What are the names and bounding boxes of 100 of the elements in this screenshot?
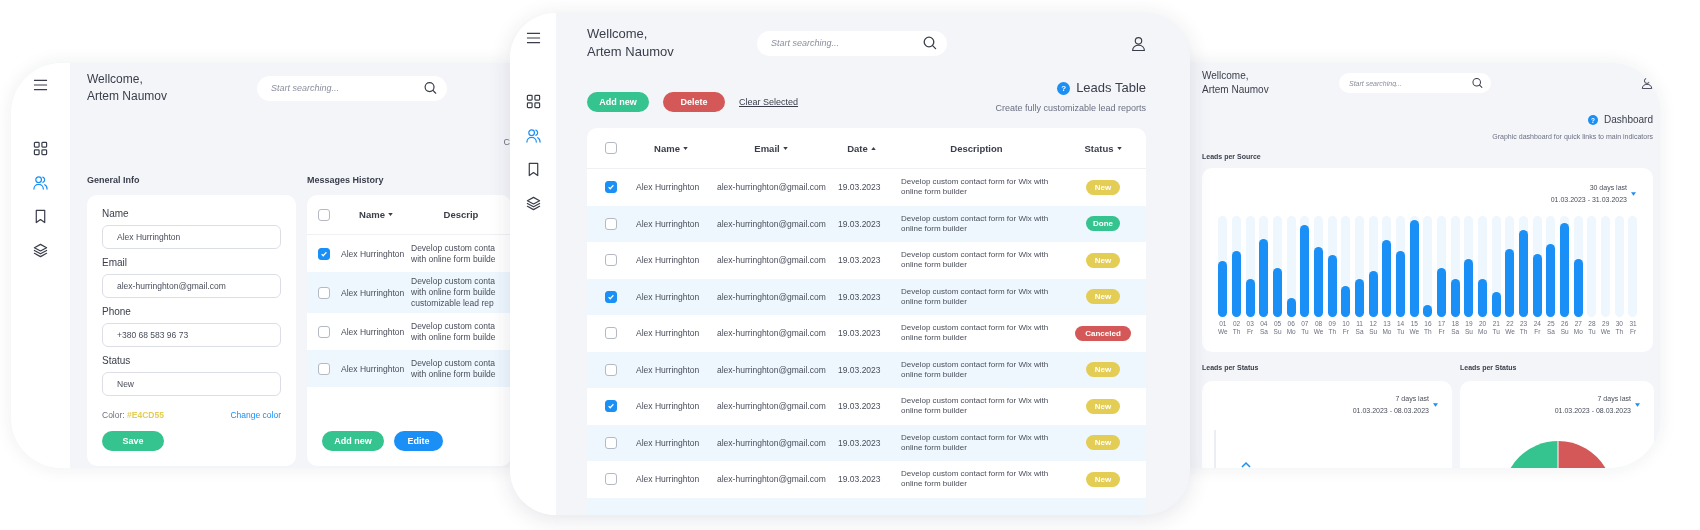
layers-icon[interactable]: [525, 196, 541, 211]
sort-caret-icon[interactable]: [782, 146, 788, 150]
checkbox[interactable]: [605, 181, 617, 194]
menu-icon[interactable]: [525, 32, 541, 44]
checkbox[interactable]: [605, 473, 617, 486]
column-header[interactable]: Email: [712, 142, 830, 154]
bar: [1491, 291, 1501, 317]
description-cell-text: Develop custom conta with online form builde: [411, 242, 497, 265]
menu-icon[interactable]: [33, 79, 48, 91]
description-cell-text: Develop custom contact form for Wix with online form builder: [900, 213, 1050, 234]
bar: [1573, 259, 1583, 317]
name-cell-text: Alex Hurringhton: [635, 474, 701, 485]
date-cell-text: 19.03.2023: [837, 182, 882, 193]
name-cell-text: Alex Hurringhton: [635, 255, 701, 266]
checkbox[interactable]: [605, 400, 617, 413]
date-cell-text: 19.03.2023: [837, 328, 882, 339]
name-cell-text: Alex Hurringhton: [635, 364, 701, 375]
bar: [1505, 249, 1515, 317]
page-title: Leads Table: [1076, 79, 1146, 97]
bar: [1355, 278, 1365, 317]
layers-icon[interactable]: [33, 243, 48, 258]
date-cell-text: 19.03.2023: [837, 218, 882, 229]
description-cell-text: Develop custom contact form for Wix with online form builder: [900, 323, 1050, 344]
input-field[interactable]: Alex Hurringhton: [102, 225, 281, 249]
bookmark-icon[interactable]: [33, 209, 48, 224]
input-field[interactable]: +380 68 583 96 73: [102, 323, 281, 347]
date-cell-text: 19.03.2023: [837, 474, 882, 485]
column-header[interactable]: Date: [830, 142, 893, 154]
input-field[interactable]: alex-hurringhton@gmail.com: [102, 274, 281, 298]
checkbox[interactable]: [605, 327, 617, 340]
column-header[interactable]: Description: [893, 142, 1060, 154]
sort-caret-icon[interactable]: [1116, 146, 1122, 150]
search-field[interactable]: Start searching...: [757, 30, 947, 56]
grid-icon[interactable]: [33, 141, 48, 156]
checkbox[interactable]: [318, 247, 330, 260]
bar: [1368, 270, 1378, 317]
delete-button[interactable]: Delete: [663, 92, 725, 112]
column-header[interactable]: Descrip: [411, 209, 511, 220]
checkbox[interactable]: [605, 217, 617, 230]
email-cell-text: alex-hurringhton@gmail.com: [716, 401, 827, 412]
search-icon[interactable]: [424, 81, 437, 95]
description-cell-text: Develop custom contact form for Wix with online form builder: [900, 396, 1050, 417]
email-cell-text: alex-hurringhton@gmail.com: [716, 291, 827, 302]
checkbox[interactable]: [318, 208, 330, 221]
description-cell-text: Develop custom contact form for Wix with online form builder: [900, 469, 1050, 490]
checkbox[interactable]: [605, 290, 617, 303]
search-field[interactable]: Start searching...: [257, 75, 447, 101]
clear-selected-link[interactable]: Clear Selected: [739, 92, 799, 112]
date-cell-text: 19.03.2023: [837, 255, 882, 266]
status-badge: New: [1086, 252, 1120, 268]
name-cell-text: Alex Hurringhton: [635, 437, 701, 448]
users-icon[interactable]: [33, 175, 48, 190]
date-cell-text: 19.03.2023: [837, 291, 882, 302]
checkbox[interactable]: [605, 142, 617, 154]
field-label: Name: [102, 208, 130, 220]
column-header[interactable]: Status: [1060, 142, 1146, 154]
search-icon[interactable]: [1472, 77, 1483, 89]
user-icon[interactable]: [1131, 35, 1146, 51]
checkbox[interactable]: [318, 362, 330, 375]
users-icon[interactable]: [525, 128, 541, 143]
bar: [1437, 267, 1447, 317]
name-cell-text: Alex Hurringhton: [635, 328, 701, 339]
change-color-link[interactable]: Change color: [230, 410, 281, 420]
checkbox[interactable]: [605, 436, 617, 449]
sort-caret-icon[interactable]: [870, 146, 876, 150]
check-icon: [607, 292, 615, 301]
input-field[interactable]: New: [102, 372, 281, 396]
bar: [1341, 285, 1351, 317]
checkbox[interactable]: [318, 286, 330, 299]
grid-icon[interactable]: [525, 94, 541, 109]
bar: [1314, 247, 1324, 317]
checkbox[interactable]: [605, 254, 617, 267]
status-badge: New: [1086, 471, 1120, 487]
check-icon: [320, 249, 328, 258]
name-cell-text: Alex Hurringhton: [635, 401, 701, 412]
email-cell-text: alex-hurringhton@gmail.com: [716, 255, 827, 266]
section-title: General Info: [87, 174, 141, 187]
name-cell-text: Alex Hurringhton: [635, 182, 701, 193]
page-subtitle: C: [502, 136, 511, 149]
check-icon: [607, 183, 615, 192]
sort-caret-icon[interactable]: [682, 146, 688, 150]
user-icon[interactable]: [1641, 77, 1653, 89]
dropdown-caret-icon[interactable]: [1635, 403, 1640, 407]
email-cell-text: alex-hurringhton@gmail.com: [716, 218, 827, 229]
color-value: Color: #E4CD55: [102, 410, 164, 420]
column-header[interactable]: Name: [630, 142, 712, 154]
user-name: Artem Naumov: [87, 88, 169, 105]
checkbox[interactable]: [605, 363, 617, 376]
checkbox[interactable]: [318, 325, 330, 338]
search-icon[interactable]: [923, 36, 937, 50]
column-header[interactable]: Name: [341, 209, 411, 220]
sort-caret-icon[interactable]: [387, 213, 393, 216]
dropdown-caret-icon[interactable]: [1433, 403, 1438, 407]
dropdown-caret-icon[interactable]: [1631, 192, 1636, 196]
name-cell-text: Alex Hurringhton: [635, 291, 701, 302]
description-cell-text: Develop custom contact form for Wix with online form builder: [900, 432, 1050, 453]
description-cell-text: Develop custom conta with online form builde: [411, 320, 497, 343]
bar: [1464, 259, 1474, 317]
email-cell-text: alex-hurringhton@gmail.com: [716, 474, 827, 485]
greeting-text: Wellcome,: [87, 71, 144, 88]
